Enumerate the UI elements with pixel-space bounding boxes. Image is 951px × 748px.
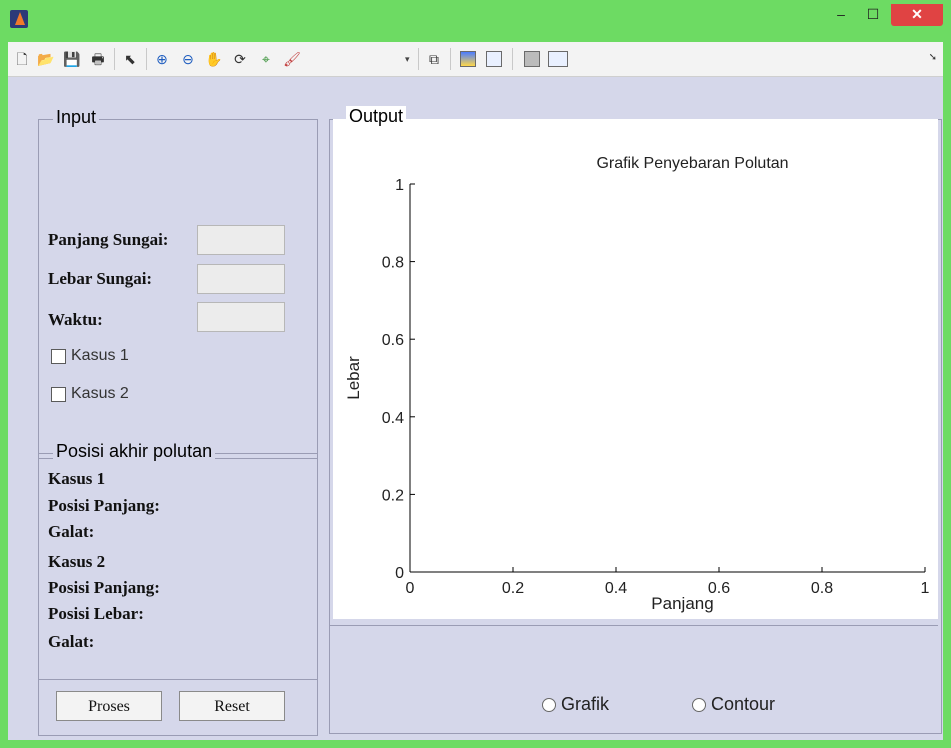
toolbar-separator [418,48,419,70]
x-tick-label: 1 [921,580,930,597]
kasus2-posisi-panjang-label: Posisi Panjang: [48,578,160,597]
contour-radio[interactable]: Contour [692,694,775,715]
proses-button[interactable]: Proses [56,691,162,721]
kasus1-posisi-panjang-label: Posisi Panjang: [48,496,160,515]
pan-hand-icon[interactable]: ✋ [204,49,224,69]
toolbar-separator [512,48,513,70]
kasus1-checkbox[interactable]: Kasus 1 [51,347,129,365]
reset-button[interactable]: Reset [179,691,285,721]
kasus1-galat-label: Galat: [48,522,95,541]
y-tick-label: 0.2 [382,487,404,504]
y-tick-label: 1 [395,177,404,194]
rotate-3d-icon[interactable]: ⟳ [230,49,250,69]
show-plot-tools-icon[interactable] [548,51,568,67]
radio-button[interactable] [692,697,706,712]
chevron-down-icon[interactable]: ▾ [405,54,410,65]
grafik-label: Grafik [561,694,610,714]
x-axis-label: Panjang [651,594,713,613]
close-button[interactable]: ✕ [891,4,943,26]
x-tick-label: 0.8 [811,580,833,597]
kasus2-label: Kasus 2 [71,385,129,402]
panjang-sungai-label: Panjang Sungai: [48,230,169,249]
zoom-in-icon[interactable]: ⊕ [152,49,172,69]
toolbar-separator [146,48,147,70]
radio-button[interactable] [542,697,556,712]
matlab-logo-icon [10,10,28,28]
output-plot-area[interactable]: Output 0 0.2 0.4 0.6 0.8 1 0 0.2 0.4 0.6 0.8 1 Grafi… [333,106,938,619]
print-icon[interactable]: 🖶 [88,49,108,69]
minimize-button[interactable]: – [826,4,856,26]
title-bar: – ☐ ✕ [0,0,951,42]
kasus2-posisi-lebar-label: Posisi Lebar: [48,604,144,623]
colorbar-icon[interactable] [460,51,476,67]
chart-title: Grafik Penyebaran Polutan [596,155,788,172]
y-tick-label: 0.8 [382,255,404,272]
maximize-button[interactable]: ☐ [858,4,888,26]
hide-plot-tools-icon[interactable] [524,51,540,67]
waktu-label: Waktu: [48,310,103,329]
posisi-panel-title: Posisi akhir polutan [53,441,216,462]
link-plot-icon[interactable]: ⧉ [424,49,444,69]
toolbar-overflow-icon[interactable]: ➘ [929,52,937,63]
kasus2-heading: Kasus 2 [48,552,106,571]
open-folder-icon[interactable]: 📂 [36,49,56,69]
output-panel-title: Output [346,106,407,127]
save-icon[interactable]: 💾 [62,49,82,69]
data-cursor-icon[interactable]: ⌖ [256,49,276,69]
y-axis-label: Lebar [344,356,363,400]
kasus2-galat-label: Galat: [48,632,95,651]
pollutant-chart: 0 0.2 0.4 0.6 0.8 100.20.40.60.81Grafik Penye… [344,155,930,613]
waktu-input[interactable] [197,302,285,332]
output-divider [329,625,938,627]
kasus2-checkbox[interactable]: Kasus 2 [51,385,129,403]
zoom-out-icon[interactable]: ⊖ [178,49,198,69]
grafik-radio[interactable]: Grafik [542,694,609,715]
figure-toolbar: 🗋 📂 💾 🖶 ⬉ ⊕ ⊖ ✋ ⟳ ⌖ 🖌 ▾ ⧉ ➘ [8,42,943,77]
panjang-sungai-input[interactable] [197,225,285,255]
toolbar-separator [114,48,115,70]
kasus1-heading: Kasus 1 [48,469,106,488]
lebar-sungai-input[interactable] [197,264,285,294]
lebar-sungai-label: Lebar Sungai: [48,269,153,288]
y-tick-label: 0.4 [382,410,404,427]
legend-icon[interactable] [486,51,502,67]
x-tick-label: 0 [406,580,415,597]
x-tick-label: 0.2 [502,580,524,597]
x-tick-label: 0.4 [605,580,627,597]
y-tick-label: 0 [395,565,404,582]
kasus1-label: Kasus 1 [71,347,129,364]
contour-label: Contour [711,694,776,714]
y-tick-label: 0.6 [382,332,404,349]
input-panel-title: Input [53,107,100,128]
pointer-icon[interactable]: ⬉ [120,49,140,69]
toolbar-separator [450,48,451,70]
new-file-icon[interactable]: 🗋 [12,49,32,69]
checkbox-box[interactable] [51,348,66,364]
checkbox-box[interactable] [51,386,66,402]
brush-icon[interactable]: 🖌 [282,49,302,69]
